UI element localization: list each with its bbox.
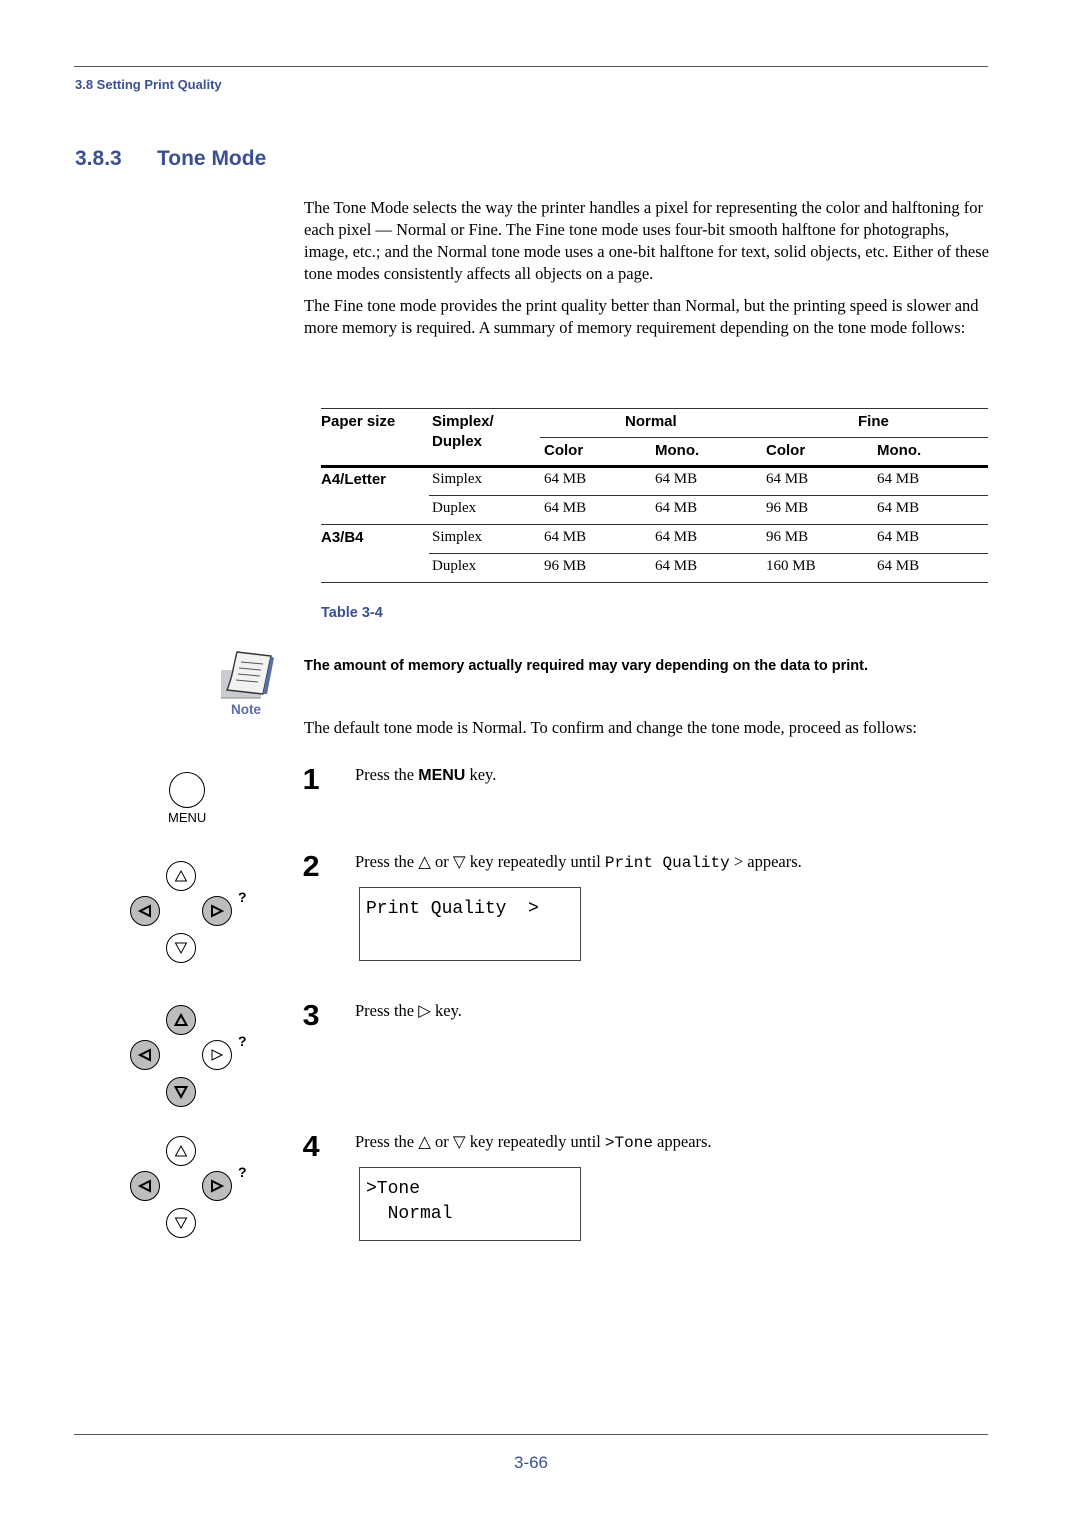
cell-normal-color: 96 MB: [544, 558, 587, 574]
note-text: The amount of memory actually required m…: [304, 658, 868, 674]
lcd-display: >Tone Normal: [359, 1167, 581, 1241]
right-arrow-key-icon: [202, 1171, 232, 1201]
cell-fine-color: 160 MB: [766, 558, 816, 574]
row-mode: Duplex: [432, 558, 477, 574]
header-rule: [74, 66, 988, 67]
header-paper-size: Paper size: [321, 413, 396, 430]
keypad-step-2: ?: [128, 861, 253, 976]
cell-fine-mono: 64 MB: [877, 529, 920, 545]
step-text: Press the △ or ▽ key repeatedly until >T…: [355, 1132, 712, 1152]
cell-normal-mono: 64 MB: [655, 471, 698, 487]
right-arrow-key-icon: [202, 1040, 232, 1070]
header-fine-color: Color: [766, 442, 806, 459]
cell-normal-color: 64 MB: [544, 500, 587, 516]
intro-paragraph: The Tone Mode selects the way the printe…: [304, 198, 989, 283]
cell-fine-mono: 64 MB: [877, 558, 920, 574]
row-paper-size: A3/B4: [321, 529, 364, 546]
left-arrow-key-icon: [130, 1171, 160, 1201]
cell-normal-color: 64 MB: [544, 529, 587, 545]
left-arrow-key-icon: [130, 896, 160, 926]
keypad-step-3: ?: [128, 1005, 253, 1120]
step-display-text: >Tone: [604, 1134, 653, 1152]
header-normal: Normal: [625, 413, 677, 430]
help-icon: ?: [238, 1164, 247, 1180]
cell-normal-mono: 64 MB: [655, 558, 698, 574]
menu-key-label: MENU: [168, 810, 207, 825]
step-key-name: MENU: [418, 767, 466, 784]
step-text: Press the MENU key.: [355, 765, 496, 785]
step-number: 3: [302, 1000, 320, 1032]
step-text-pre: Press the: [355, 765, 419, 784]
section-number: 3.8.3: [75, 147, 122, 170]
down-arrow-key-icon: [166, 1208, 196, 1238]
cell-fine-mono: 64 MB: [877, 500, 920, 516]
cell-normal-color: 64 MB: [544, 471, 587, 487]
menu-key-icon: [169, 772, 205, 808]
header-normal-color: Color: [544, 442, 584, 459]
note-label: Note: [231, 702, 261, 717]
cell-fine-color: 64 MB: [766, 471, 809, 487]
down-arrow-key-icon: [166, 933, 196, 963]
lcd-line-1: Print Quality >: [366, 899, 539, 919]
lcd-line-2: Normal: [366, 1204, 453, 1224]
row-paper-size: A4/Letter: [321, 471, 387, 488]
step-number: 1: [302, 764, 320, 796]
step-text-pre: Press the △ or ▽ key repeatedly until: [355, 852, 605, 871]
row-mode: Simplex: [432, 529, 483, 545]
cell-normal-mono: 64 MB: [655, 500, 698, 516]
down-arrow-key-icon: [166, 1077, 196, 1107]
help-icon: ?: [238, 1033, 247, 1049]
section-title-text: Tone Mode: [157, 147, 267, 170]
note-icon: [219, 650, 275, 700]
default-paragraph: The default tone mode is Normal. To conf…: [304, 718, 917, 737]
up-arrow-key-icon: [166, 1005, 196, 1035]
help-icon: ?: [238, 889, 247, 905]
keypad-step-4: ?: [128, 1136, 253, 1251]
lcd-line-1: >Tone: [366, 1179, 421, 1199]
step-text-pre: Press the △ or ▽ key repeatedly until: [355, 1132, 605, 1151]
step-number: 4: [302, 1131, 320, 1163]
left-arrow-key-icon: [130, 1040, 160, 1070]
cell-fine-color: 96 MB: [766, 529, 809, 545]
cell-normal-mono: 64 MB: [655, 529, 698, 545]
footer-rule: [74, 1434, 988, 1435]
step-text: Press the ▷ key.: [355, 1001, 462, 1020]
header-duplex-label: Duplex: [432, 433, 483, 450]
running-header: 3.8 Setting Print Quality: [75, 77, 222, 92]
lcd-display: Print Quality >: [359, 887, 581, 961]
row-mode: Duplex: [432, 500, 477, 516]
step-text-post: key.: [465, 765, 497, 784]
page-number: 3-66: [513, 1453, 549, 1472]
cell-fine-mono: 64 MB: [877, 471, 920, 487]
step-display-text: Print Quality: [604, 854, 730, 872]
header-fine-mono: Mono.: [877, 442, 922, 459]
header-simplex-duplex: Simplex/ Duplex: [432, 413, 494, 454]
right-arrow-key-icon: [202, 896, 232, 926]
up-arrow-key-icon: [166, 1136, 196, 1166]
up-arrow-key-icon: [166, 861, 196, 891]
step-text-post: > appears.: [729, 852, 802, 871]
header-normal-mono: Mono.: [655, 442, 700, 459]
step-number: 2: [302, 851, 320, 883]
row-mode: Simplex: [432, 471, 483, 487]
header-simplex-label: Simplex/: [432, 413, 494, 430]
header-fine: Fine: [858, 413, 889, 430]
step-text-post: appears.: [652, 1132, 712, 1151]
section-title: 3.8.3 Tone Mode: [75, 147, 266, 171]
cell-fine-color: 96 MB: [766, 500, 809, 516]
fine-paragraph: The Fine tone mode provides the print qu…: [304, 296, 979, 337]
step-text: Press the △ or ▽ key repeatedly until Pr…: [355, 852, 802, 872]
table-caption: Table 3-4: [321, 605, 383, 621]
